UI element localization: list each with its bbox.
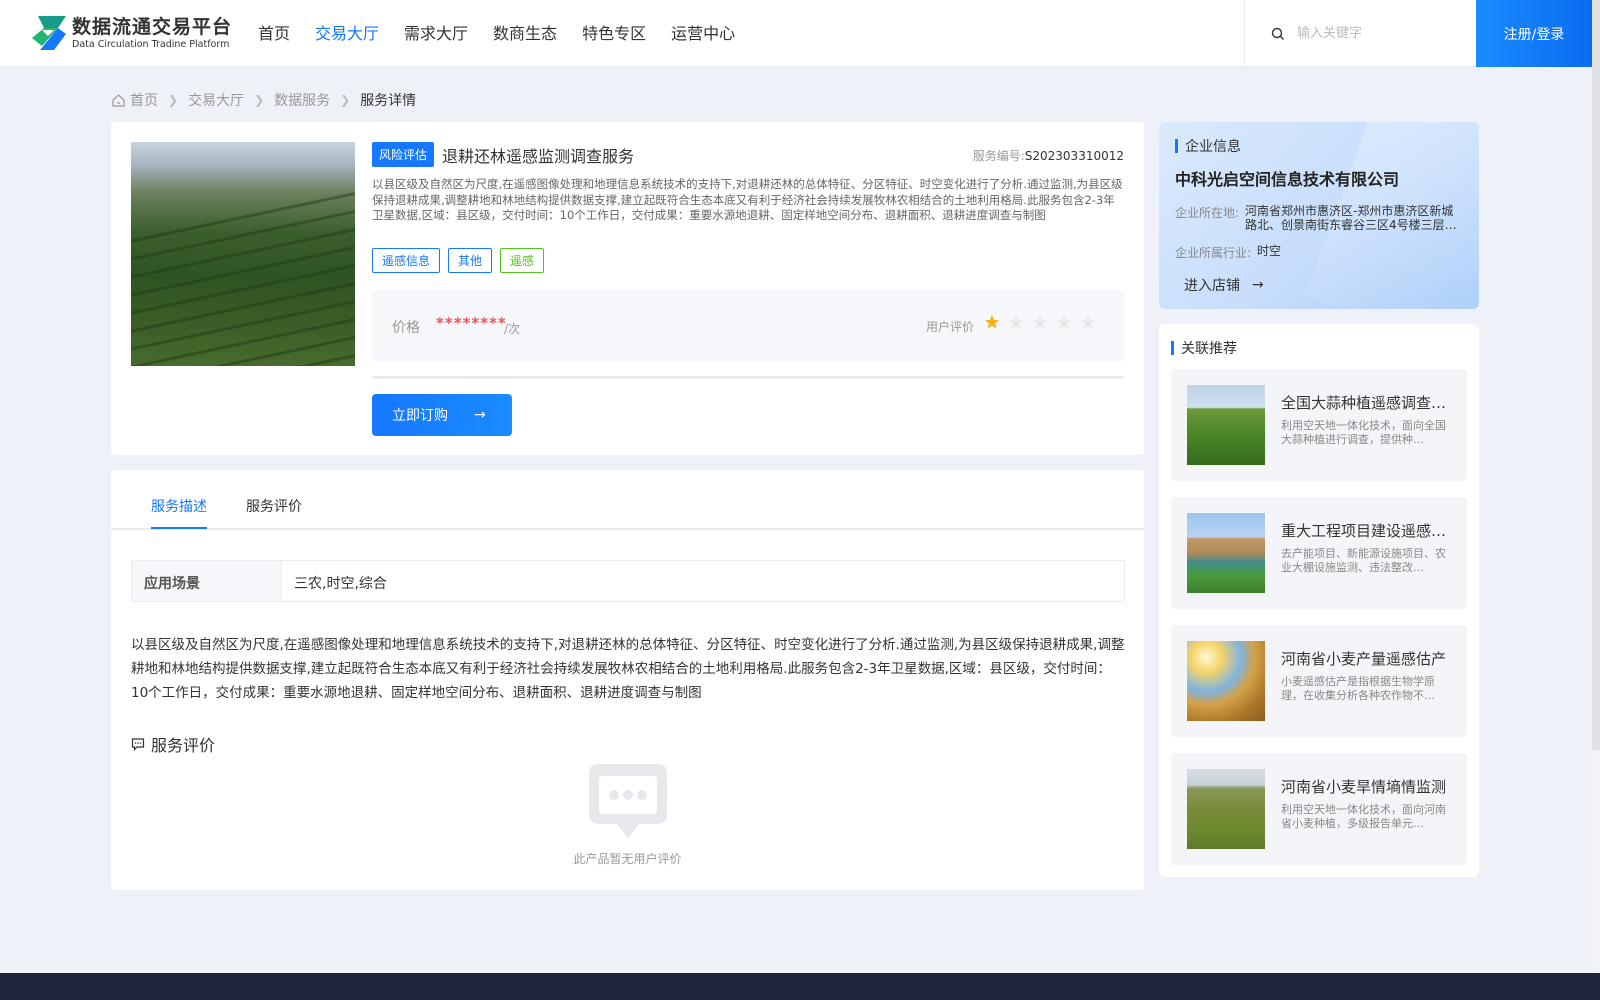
tag-remote-sensing[interactable]: 遥感 (500, 248, 545, 273)
recommend-desc: 小麦遥感估产是指根据生物学原理，在收集分析各种农作物不… (1281, 675, 1435, 702)
breadcrumb-home[interactable]: 首页 (130, 90, 158, 110)
reviews-section-title: 服务评价 (131, 732, 215, 756)
price-box: 价格 ******** /次 用户评价 (372, 290, 1124, 362)
recommend-title: 河南省小麦旱情墒情监测 (1281, 778, 1447, 796)
chevron-right-icon: ❯ (254, 93, 265, 107)
company-industry: 时空 (1257, 244, 1282, 258)
recommend-image (1187, 641, 1265, 721)
scenario-table: 应用场景 三农,时空,综合 (131, 560, 1125, 602)
empty-comment-icon (589, 764, 667, 838)
scrollbar-thumb[interactable] (1592, 0, 1600, 750)
description-card: 服务描述 服务评价 应用场景 三农,时空,综合 以县区级及自然区为尺度,在遥感图… (111, 470, 1144, 890)
enter-shop-label: 进入店铺 (1184, 278, 1240, 294)
product-description: 以县区级及自然区为尺度,在遥感图像处理和地理信息系统技术的支持下,对退耕还林的总… (372, 177, 1123, 222)
tag-remote-sensing-info[interactable]: 遥感信息 (372, 248, 441, 273)
enter-shop-button[interactable]: 进入店铺 → (1184, 275, 1264, 295)
service-number-label: 服务编号: (972, 149, 1025, 163)
product-tags: 遥感信息 其他 遥感 (372, 248, 552, 273)
recommend-desc: 利用空天地一体化技术，面向河南省小麦种植，多级报告单元… (1281, 803, 1446, 830)
divider (372, 376, 1124, 379)
recommend-title: 河南省小麦产量遥感估产 (1281, 650, 1447, 668)
price-unit: /次 (504, 322, 521, 336)
rating-stars (984, 314, 1104, 330)
company-industry-row: 企业所属行业: 时空 (1175, 244, 1281, 261)
nav-ecosystem[interactable]: 数商生态 (493, 0, 557, 67)
recommend-title: 重大工程项目建设遥感监测 (1281, 522, 1453, 540)
tab-service-reviews[interactable]: 服务评价 (246, 496, 302, 516)
chevron-right-icon: ❯ (340, 93, 351, 107)
breadcrumb-data-service[interactable]: 数据服务 (274, 90, 330, 110)
company-section-title: 企业信息 (1175, 136, 1241, 156)
scenario-label: 应用场景 (132, 561, 282, 601)
logo-title: 数据流通交易平台 (72, 16, 233, 38)
star-icon[interactable] (1056, 314, 1072, 330)
recommend-item[interactable]: 河南省小麦旱情墒情监测 利用空天地一体化技术，面向河南省小麦种植，多级报告单元… (1171, 753, 1467, 865)
breadcrumb-trading-hall[interactable]: 交易大厅 (188, 90, 244, 110)
star-icon[interactable] (984, 314, 1000, 330)
detail-tabs: 服务描述 服务评价 (111, 470, 1144, 530)
search-box (1244, 0, 1476, 67)
breadcrumb: 首页 ❯ 交易大厅 ❯ 数据服务 ❯ 服务详情 (111, 90, 416, 110)
arrow-right-icon: → (474, 407, 486, 423)
nav-special-zone[interactable]: 特色专区 (582, 0, 646, 67)
search-icon[interactable] (1271, 27, 1285, 41)
chevron-right-icon: ❯ (168, 93, 179, 107)
footer (0, 973, 1600, 1000)
company-info-card: 企业信息 中科光启空间信息技术有限公司 企业所在地: 河南省郑州市惠济区-郑州市… (1159, 122, 1479, 309)
top-header: 数据流通交易平台 Data Circulation Tradine Platfo… (0, 0, 1600, 67)
order-now-button[interactable]: 立即订购 → (372, 394, 512, 436)
logo-icon (32, 16, 66, 50)
breadcrumb-current: 服务详情 (360, 93, 417, 109)
no-reviews-text: 此产品暂无用户评价 (573, 852, 682, 866)
recommend-image (1187, 769, 1265, 849)
page-scrollbar[interactable] (1592, 0, 1600, 1000)
price-value: ******** (436, 314, 507, 332)
recommend-image (1187, 385, 1265, 465)
recommend-desc: 利用空天地一体化技术，面向全国大蒜种植进行调查，提供种… (1281, 419, 1446, 446)
main-nav: 首页 交易大厅 需求大厅 数商生态 特色专区 运营中心 (258, 0, 760, 67)
home-icon (112, 93, 125, 107)
rating-label: 用户评价 (926, 320, 975, 334)
star-icon[interactable] (1080, 314, 1096, 330)
logo-subtitle: Data Circulation Tradine Platform (72, 39, 230, 50)
search-input[interactable] (1297, 26, 1467, 41)
recommend-item[interactable]: 全国大蒜种植遥感调查服务 利用空天地一体化技术，面向全国大蒜种植进行调查，提供种… (1171, 369, 1467, 481)
product-image (131, 142, 355, 366)
recommend-item[interactable]: 河南省小麦产量遥感估产 小麦遥感估产是指根据生物学原理，在收集分析各种农作物不… (1171, 625, 1467, 737)
recommend-desc: 去产能项目、新能源设施项目、农业大棚设施监测、违法整改… (1281, 547, 1446, 574)
recommend-item[interactable]: 重大工程项目建设遥感监测 去产能项目、新能源设施项目、农业大棚设施监测、违法整改… (1171, 497, 1467, 609)
product-card: 风险评估 退耕还林遥感监测调查服务 服务编号:S202303310012 以县区… (111, 122, 1144, 455)
recommend-title: 全国大蒜种植遥感调查服务 (1281, 394, 1453, 412)
nav-trading-hall[interactable]: 交易大厅 (315, 0, 379, 67)
star-icon[interactable] (1008, 314, 1024, 330)
reviews-title-text: 服务评价 (151, 736, 216, 755)
recommend-image (1187, 513, 1265, 593)
company-name: 中科光启空间信息技术有限公司 (1175, 170, 1400, 189)
industry-label: 企业所属行业: (1175, 246, 1252, 260)
related-recommendations: 关联推荐 全国大蒜种植遥感调查服务 利用空天地一体化技术，面向全国大蒜种植进行调… (1159, 324, 1479, 877)
price-label: 价格 (392, 320, 420, 336)
platform-logo[interactable]: 数据流通交易平台 Data Circulation Tradine Platfo… (30, 14, 232, 52)
service-number-value: S202303310012 (1024, 149, 1124, 163)
active-tab-indicator (151, 527, 207, 529)
login-register-button[interactable]: 注册/登录 (1476, 0, 1592, 67)
company-location: 河南省郑州市惠济区-郑州市惠济区新城路北、创景南街东睿谷三区4号楼三层… (1245, 204, 1457, 232)
service-number: 服务编号:S202303310012 (973, 147, 1124, 164)
category-tag: 风险评估 (372, 142, 435, 167)
tag-other[interactable]: 其他 (448, 248, 493, 273)
nav-operation-center[interactable]: 运营中心 (671, 0, 735, 67)
location-label: 企业所在地: (1175, 206, 1240, 220)
tab-service-description[interactable]: 服务描述 (151, 496, 207, 516)
company-location-row: 企业所在地: 河南省郑州市惠济区-郑州市惠济区新城路北、创景南街东睿谷三区4号楼… (1175, 204, 1457, 232)
recommend-section-title: 关联推荐 (1171, 338, 1237, 358)
nav-demand-hall[interactable]: 需求大厅 (404, 0, 468, 67)
product-title: 退耕还林遥感监测调查服务 (442, 147, 635, 166)
order-now-label: 立即订购 (392, 408, 448, 424)
comment-icon (131, 738, 145, 751)
service-long-description: 以县区级及自然区为尺度,在遥感图像处理和地理信息系统技术的支持下,对退耕还林的总… (131, 637, 1125, 701)
nav-home[interactable]: 首页 (258, 0, 290, 67)
star-icon[interactable] (1032, 314, 1048, 330)
scenario-value: 三农,时空,综合 (294, 576, 387, 592)
arrow-right-icon: → (1252, 277, 1264, 293)
